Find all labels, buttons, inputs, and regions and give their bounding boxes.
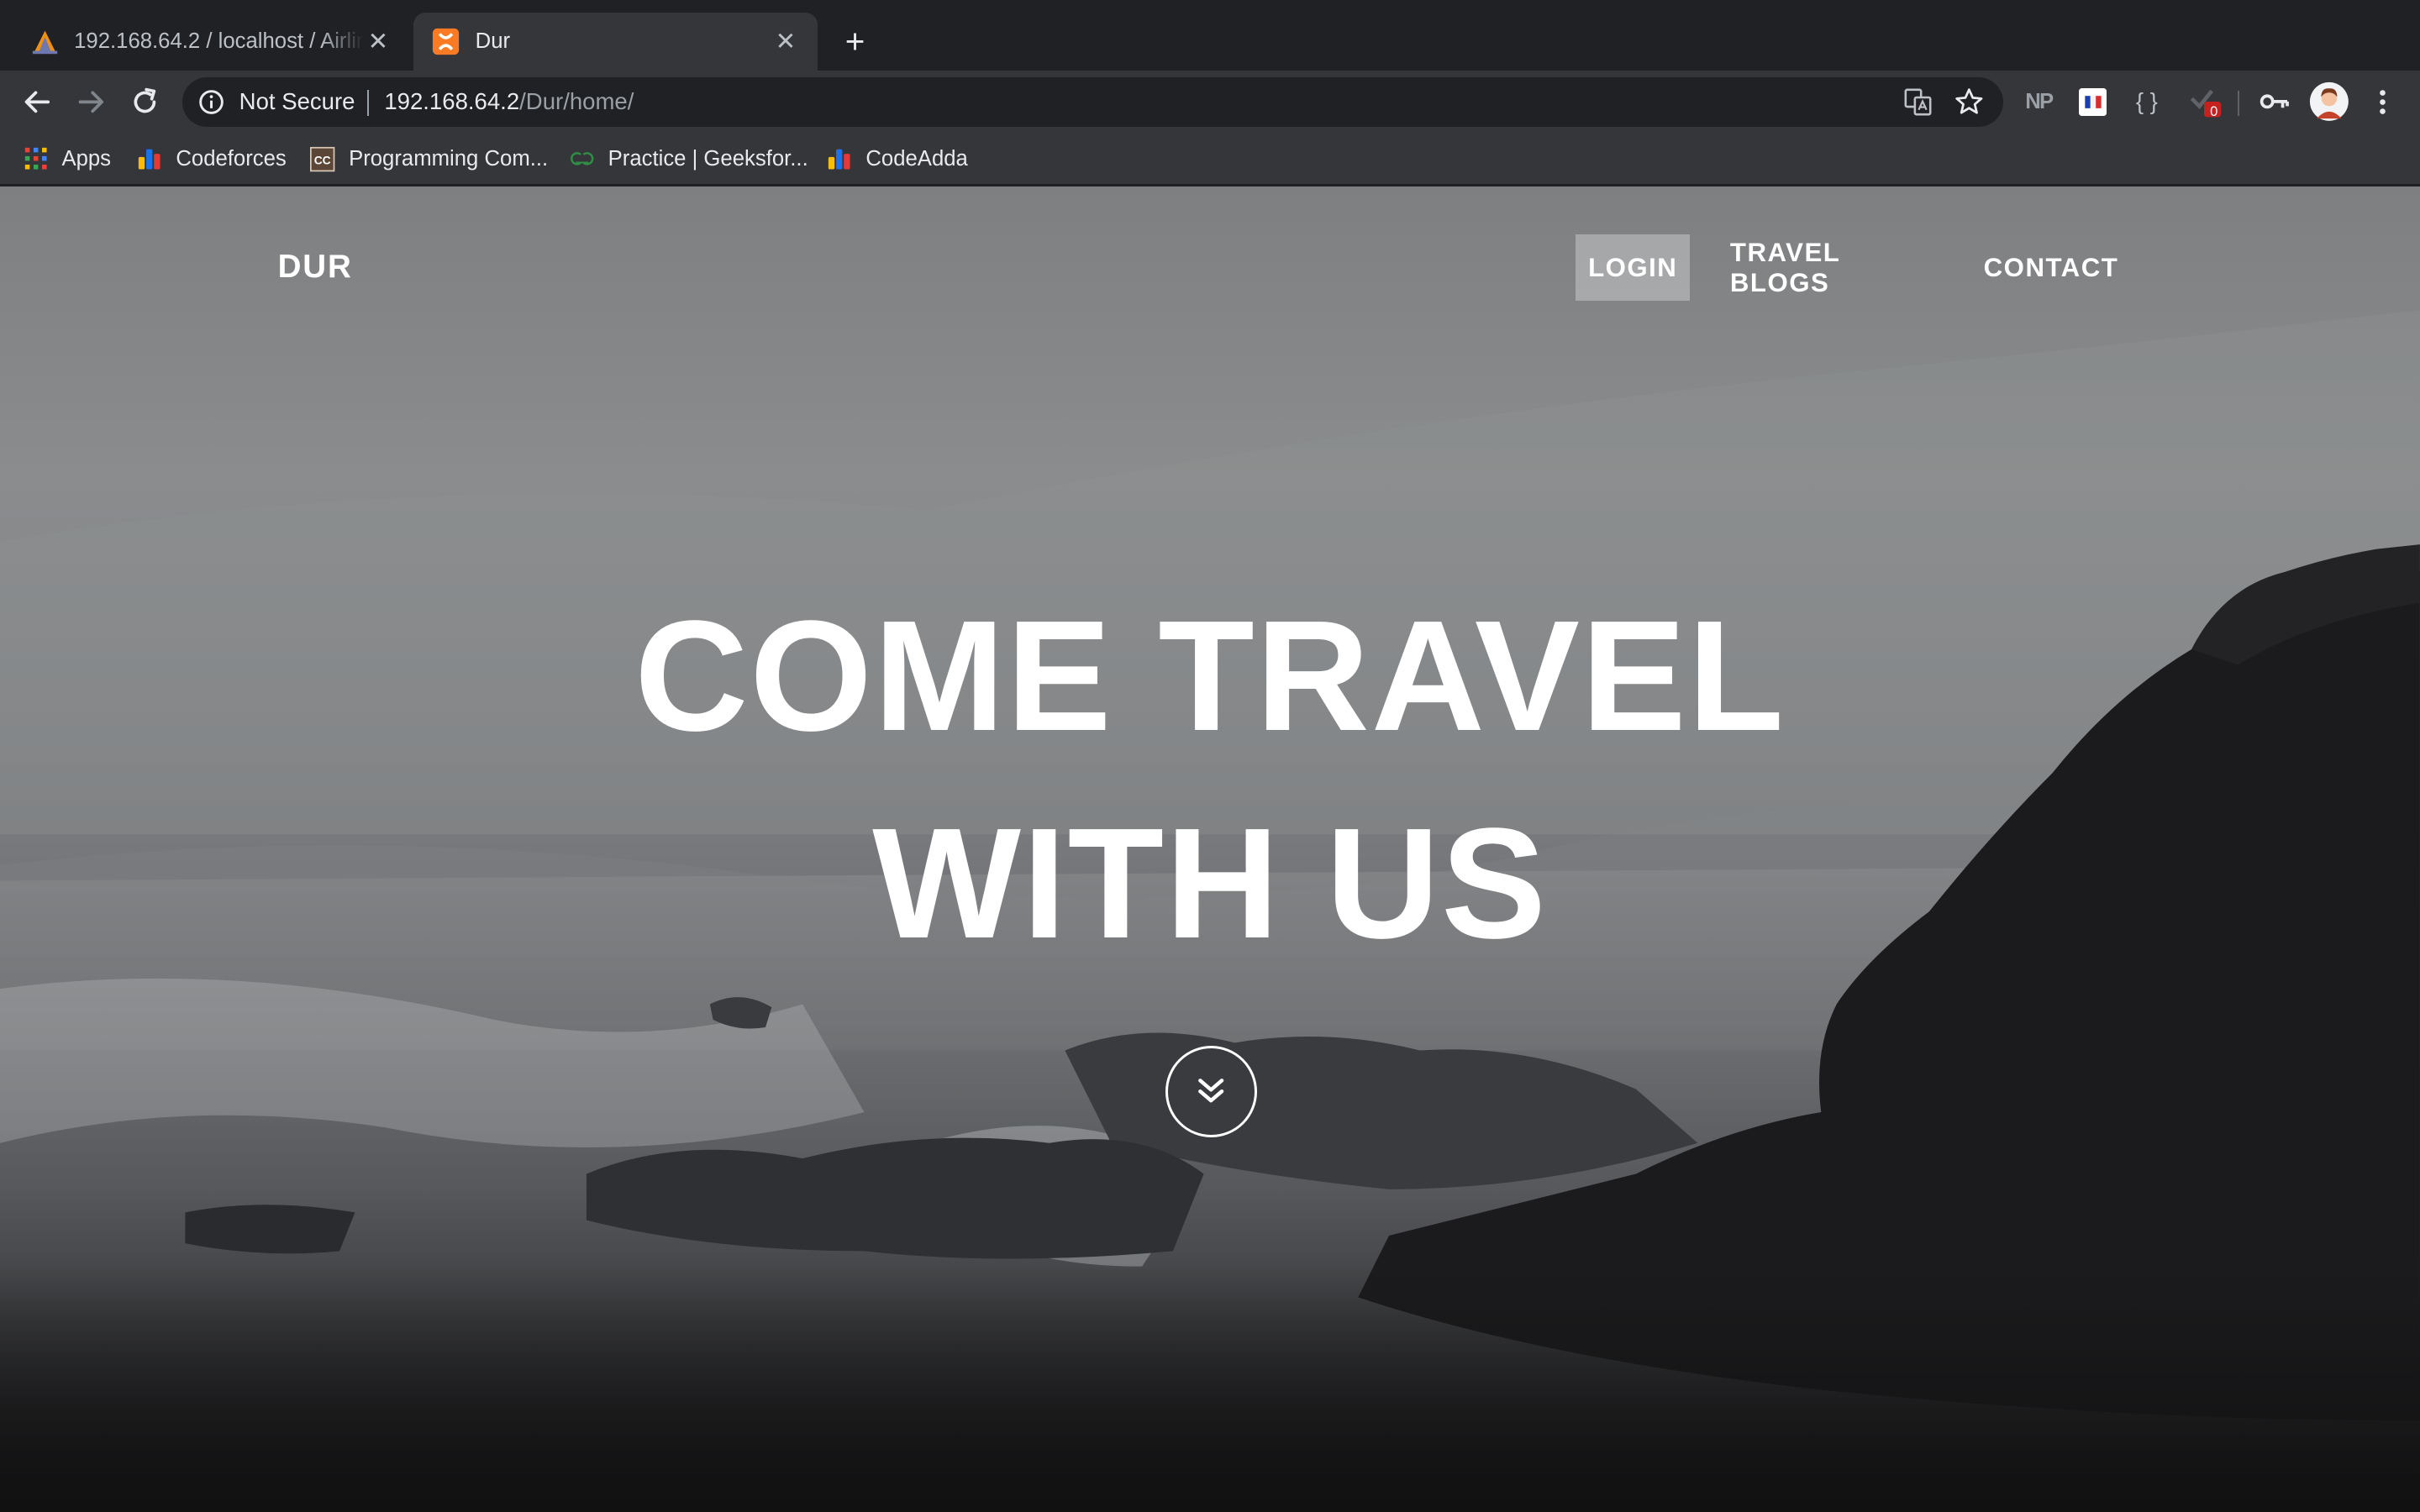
bookmark-label: Apps: [61, 146, 112, 171]
codeadda-icon: [827, 146, 851, 171]
browser-tab-strip: 192.168.64.2 / localhost / Airline ✕ Dur…: [0, 0, 2420, 71]
nav-login[interactable]: LOGIN: [1576, 234, 1691, 302]
bookmark-label: Codeforces: [176, 146, 287, 171]
tab-phpmyadmin[interactable]: 192.168.64.2 / localhost / Airline ✕: [13, 13, 411, 71]
not-secure-label[interactable]: Not Secure: [239, 88, 355, 115]
geeksforgeeks-icon: [570, 146, 594, 171]
apps-grid-icon: [24, 146, 48, 171]
phpmyadmin-sail-icon: [31, 28, 59, 55]
codechef-icon: CC: [310, 146, 335, 171]
url-text[interactable]: 192.168.64.2/Dur/home/: [384, 88, 634, 115]
flag-extension-icon[interactable]: [2077, 87, 2108, 118]
codeforces-icon: [137, 146, 161, 171]
bookmark-label: CodeAdda: [865, 146, 968, 171]
tab-title: 192.168.64.2 / localhost / Airline: [74, 29, 365, 54]
chevron-double-down-icon: [1198, 1079, 1224, 1103]
info-icon[interactable]: [197, 88, 225, 116]
xampp-icon: [432, 28, 460, 55]
new-tab-plus-icon[interactable]: +: [836, 22, 873, 60]
bookmark-star-icon[interactable]: [1954, 87, 1985, 118]
bookmark-codeforces[interactable]: Codeforces: [137, 145, 287, 173]
bookmark-apps[interactable]: Apps: [24, 145, 111, 173]
hero-headline-line1: COME TRAVEL: [634, 587, 1786, 764]
address-separator: [367, 89, 369, 116]
check-extension-icon[interactable]: 0: [2186, 87, 2226, 120]
tab-title: Dur: [475, 29, 511, 54]
url-host: 192.168.64.2: [384, 87, 520, 114]
key-passwords-icon[interactable]: [2260, 87, 2291, 118]
extension-badge-count: 0: [2210, 103, 2218, 120]
bookmark-label: Programming Com...: [349, 146, 549, 171]
browser-toolbar: Not Secure 192.168.64.2/Dur/home/ NP { }…: [0, 71, 2420, 133]
back-arrow-icon[interactable]: [18, 83, 55, 120]
svg-text:CC: CC: [314, 153, 331, 166]
bookmarks-bar: Apps Codeforces CC Programming Com... Pr…: [0, 132, 2420, 186]
scroll-down-button[interactable]: [1165, 1046, 1257, 1138]
tab-dur[interactable]: Dur ✕: [413, 12, 818, 71]
json-braces-extension-icon[interactable]: { }: [2130, 87, 2164, 118]
bookmark-programming-com[interactable]: CC Programming Com...: [310, 145, 548, 173]
hero-headline-line2: WITH US: [872, 794, 1548, 971]
bookmark-label: Practice | Geeksfor...: [608, 146, 808, 171]
kebab-menu-icon[interactable]: [2367, 87, 2398, 118]
bookmark-codeadda[interactable]: CodeAdda: [827, 145, 968, 173]
tab-close-icon[interactable]: ✕: [771, 28, 799, 55]
address-bar[interactable]: Not Secure 192.168.64.2/Dur/home/: [182, 76, 2004, 127]
translate-icon[interactable]: [1904, 88, 1932, 116]
nav-travel-blogs[interactable]: TRAVEL BLOGS: [1716, 234, 1944, 301]
url-path: /Dur/home/: [519, 87, 634, 114]
np-label: NP: [2025, 89, 2054, 113]
site-brand-logo[interactable]: DUR: [278, 249, 353, 286]
hero-section: DUR LOGIN TRAVEL BLOGS CONTACT COME TRAV…: [0, 186, 2420, 1512]
toolbar-divider: [2238, 91, 2240, 116]
nav-contact[interactable]: CONTACT: [1972, 234, 2129, 301]
np-extension-icon[interactable]: NP: [2022, 87, 2055, 118]
forward-arrow-icon[interactable]: [72, 83, 109, 120]
bookmark-geeksforgeeks[interactable]: Practice | Geeksfor...: [570, 145, 808, 173]
reload-icon[interactable]: [127, 83, 164, 120]
profile-avatar-icon[interactable]: [2309, 81, 2349, 122]
tab-close-icon[interactable]: ✕: [364, 28, 392, 55]
hero-headline: COME TRAVEL WITH US: [515, 572, 1904, 985]
